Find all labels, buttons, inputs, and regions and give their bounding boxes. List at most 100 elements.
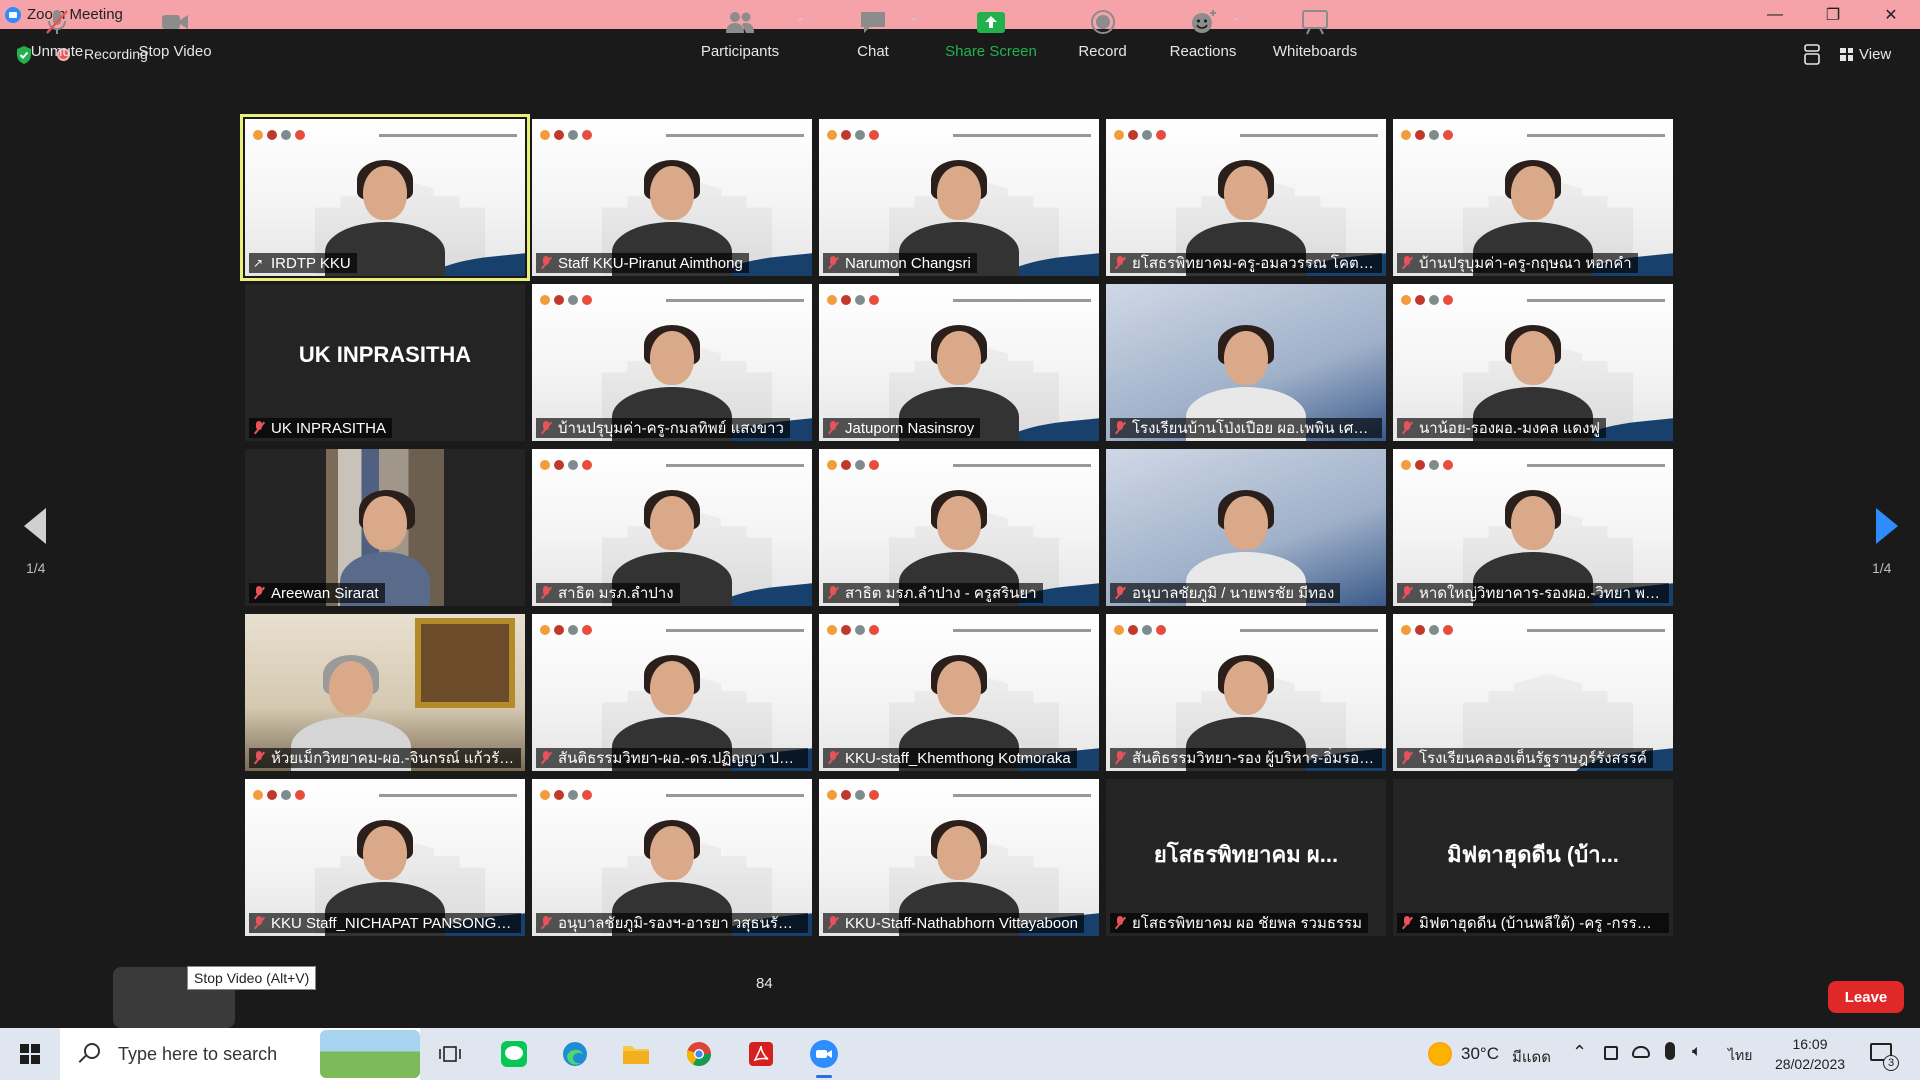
participant-tile[interactable]: KKU Staff_NICHAPAT PANSONGN... (245, 779, 525, 936)
participant-name-bar: สันติธรรมวิทยา-ผอ.-ดร.ปฏิญญา ประพฤ... (536, 748, 808, 768)
muted-microphone-icon (253, 421, 265, 435)
muted-microphone-icon (1401, 586, 1413, 600)
participant-name-bar: สาธิต มรภ.ลำปาง (536, 583, 680, 603)
whiteboard-icon (1302, 10, 1328, 35)
participant-tile[interactable]: อนุบาลชัยภูมิ-รองฯ-อารยา วสุธนรัตน์ส... (532, 779, 812, 936)
input-language[interactable]: ไทย (1728, 1045, 1752, 1067)
participants-button[interactable]: Participants (690, 0, 790, 66)
muted-microphone-icon (827, 586, 839, 600)
weather-sun-icon[interactable] (1428, 1042, 1452, 1066)
muted-microphone-icon (1114, 586, 1126, 600)
participant-tile[interactable]: ยโสธรพิทยาคม-ครู-อมลวรรณ โคตรพันธ์ (1106, 119, 1386, 276)
view-button[interactable]: View (1840, 42, 1891, 66)
participant-tile[interactable]: ↗ IRDTP KKU (240, 114, 530, 281)
tray-overflow-chevron-icon[interactable]: ⌃ (1572, 1042, 1587, 1063)
participant-name-bar: หาดใหญ่วิทยาคาร-รองผอ.-วิทยา พยาบาม (1397, 583, 1669, 603)
participant-name-bar: โรงเรียนบ้านโป่งเปือย ผอ.เพพิน เศรษฐบดี (1110, 418, 1382, 438)
participant-tile[interactable]: Areewan Sirarat (245, 449, 525, 606)
participant-tile[interactable]: สาธิต มรภ.ลำปาง - ครูสรินยา (819, 449, 1099, 606)
participant-tile[interactable]: หาดใหญ่วิทยาคาร-รองผอ.-วิทยา พยาบาม (1393, 449, 1673, 606)
participant-name-bar: ยโสธรพิทยาคม ผอ ชัยพล รวมธรรม (1110, 913, 1368, 933)
muted-microphone-icon (1401, 916, 1413, 930)
record-button[interactable]: Record (1070, 0, 1135, 66)
participant-tile[interactable]: สันติธรรมวิทยา-ผอ.-ดร.ปฏิญญา ประพฤ... (532, 614, 812, 771)
muted-microphone-icon (827, 256, 839, 270)
participant-display-name-large: ยโสธรพิทยาคม ผ... (1153, 842, 1339, 867)
share-screen-button[interactable]: Share Screen (937, 0, 1045, 66)
participant-name-bar: Staff KKU-Piranut Aimthong (536, 253, 749, 273)
line-app-icon[interactable] (496, 1036, 532, 1072)
participant-name: Narumon Changsri (845, 254, 971, 272)
participant-tile[interactable]: ยโสธรพิทยาคม ผ... ยโสธรพิทยาคม ผอ ชัยพล ร… (1106, 779, 1386, 936)
immersive-view-icon[interactable] (1802, 43, 1822, 67)
clock-time: 16:09 (1792, 1036, 1828, 1052)
participant-tile[interactable]: ห้วยเม็กวิทยาคม-ผอ.-จินกรณ์ แก้วรักษา (245, 614, 525, 771)
participant-count: 84 (756, 975, 773, 992)
participant-name-bar: อนุบาลชัยภูมิ-รองฯ-อารยา วสุธนรัตน์ส... (536, 913, 808, 933)
whiteboards-label: Whiteboards (1272, 43, 1358, 60)
participant-tile[interactable]: บ้านปรุบุมค่า-ครู-กฤษณา หอกคำ (1393, 119, 1673, 276)
windows-start-icon[interactable] (20, 1044, 40, 1064)
minimize-icon[interactable]: — (1746, 0, 1804, 29)
muted-microphone-icon (827, 421, 839, 435)
participant-name: ยโสธรพิทยาคม ผอ ชัยพล รวมธรรม (1132, 915, 1362, 932)
meet-now-icon[interactable] (1604, 1046, 1618, 1060)
participant-name-bar: สาธิต มรภ.ลำปาง - ครูสรินยา (823, 583, 1043, 603)
participant-name-bar: KKU Staff_NICHAPAT PANSONGN... (249, 913, 521, 933)
chat-caret-icon[interactable]: ⌃ (909, 16, 918, 29)
restore-icon[interactable]: ❐ (1804, 0, 1862, 29)
zoom-app-icon[interactable] (806, 1036, 842, 1078)
next-page-arrow-icon[interactable] (1876, 508, 1898, 544)
participant-tile[interactable]: มิฟตาฮุดดีน (บ้า... มิฟตาฮุดดีน (บ้านพลีใ… (1393, 779, 1673, 936)
muted-microphone-icon (827, 916, 839, 930)
participant-tile[interactable]: Staff KKU-Piranut Aimthong (532, 119, 812, 276)
close-icon[interactable]: ✕ (1862, 0, 1920, 29)
edge-browser-icon[interactable] (557, 1036, 593, 1072)
network-icon[interactable] (1632, 1046, 1650, 1058)
taskbar-search-box[interactable]: Type here to search (60, 1028, 420, 1080)
weather-temperature[interactable]: 30°C (1461, 1044, 1499, 1064)
task-view-icon[interactable] (432, 1036, 468, 1072)
leave-button[interactable]: Leave (1828, 981, 1904, 1013)
whiteboards-button[interactable]: Whiteboards (1265, 0, 1365, 66)
participant-tile[interactable]: บ้านปรุบุมค่า-ครู-กมลทิพย์ แสงขาว (532, 284, 812, 441)
chat-button[interactable]: Chat (843, 0, 903, 66)
muted-microphone-icon (1114, 751, 1126, 765)
muted-microphone-icon (1114, 916, 1126, 930)
participant-tile[interactable]: KKU-Staff-Nathabhorn Vittayaboon (819, 779, 1099, 936)
participant-name: ห้วยเม็กวิทยาคม-ผอ.-จินกรณ์ แก้วรักษา (271, 750, 515, 767)
participant-tile[interactable]: Narumon Changsri (819, 119, 1099, 276)
file-explorer-icon[interactable] (618, 1036, 654, 1072)
participant-tile[interactable]: สาธิต มรภ.ลำปาง (532, 449, 812, 606)
weather-description[interactable]: มีแดด (1512, 1045, 1551, 1069)
acrobat-reader-icon[interactable] (743, 1036, 779, 1072)
participant-tile[interactable]: KKU-staff_Khemthong Kotmoraka (819, 614, 1099, 771)
participant-tile[interactable]: โรงเรียนคลองเต็นรัฐราษฎร์รังสรรค์ (1393, 614, 1673, 771)
participant-name: มิฟตาฮุดดีน (บ้านพลีใต้) -ครู -กรรณิกา..… (1419, 915, 1663, 932)
reactions-button[interactable]: Reactions (1160, 0, 1246, 66)
taskbar-clock[interactable]: 16:09 28/02/2023 (1770, 1034, 1850, 1074)
record-icon (1090, 10, 1115, 34)
muted-microphone-icon (1114, 421, 1126, 435)
grid-view-icon (1840, 47, 1853, 61)
participant-name-bar: Areewan Sirarat (249, 583, 385, 603)
muted-microphone-icon (827, 751, 839, 765)
previous-page-arrow-icon[interactable] (24, 508, 46, 544)
unmute-button[interactable]: Unmute (24, 0, 90, 66)
participant-tile[interactable]: สันติธรรมวิทยา-รอง ผู้บริหาร-อิ่มรอน สะ.… (1106, 614, 1386, 771)
participant-tile[interactable]: นาน้อย-รองผอ.-มงคล แดงฟู (1393, 284, 1673, 441)
participant-name-bar: ↗ IRDTP KKU (249, 253, 357, 273)
stop-video-button[interactable]: Stop Video (125, 0, 225, 66)
microphone-tray-icon[interactable] (1665, 1042, 1675, 1060)
audio-options-caret-icon[interactable]: ⌃ (93, 16, 102, 29)
volume-icon[interactable]: 🔈︎ (1692, 1043, 1702, 1061)
participants-caret-icon[interactable]: ⌃ (796, 16, 805, 29)
participant-tile[interactable]: Jatuporn Nasinsroy (819, 284, 1099, 441)
chrome-browser-icon[interactable] (681, 1036, 717, 1072)
participant-tile[interactable]: อนุบาลชัยภูมิ / นายพรชัย มีทอง (1106, 449, 1386, 606)
participant-tile[interactable]: UK INPRASITHA UK INPRASITHA (245, 284, 525, 441)
reactions-caret-icon[interactable]: ⌃ (1232, 16, 1241, 29)
participant-name: Jatuporn Nasinsroy (845, 419, 975, 437)
participant-tile[interactable]: โรงเรียนบ้านโป่งเปือย ผอ.เพพิน เศรษฐบดี (1106, 284, 1386, 441)
participant-name: UK INPRASITHA (271, 419, 387, 437)
